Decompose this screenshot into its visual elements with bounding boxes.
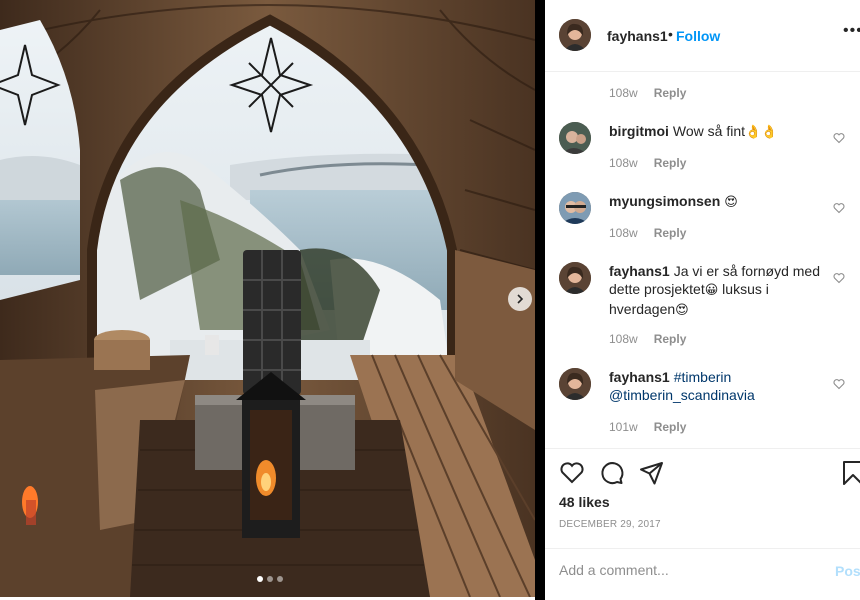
header-separator: •: [668, 26, 673, 42]
like-comment-heart-icon[interactable]: [833, 202, 845, 214]
comment-bubble-icon[interactable]: [599, 460, 625, 486]
post-comment-button[interactable]: Post: [835, 563, 860, 579]
like-comment-heart-icon[interactable]: [833, 132, 845, 144]
like-comment-heart-icon[interactable]: [833, 378, 845, 390]
comment-username[interactable]: myungsimonsen: [609, 193, 720, 209]
comment-text: myungsimonsen 😍: [609, 192, 824, 212]
comment-emoji: 👌👌: [745, 125, 778, 140]
reply-button[interactable]: Reply: [654, 420, 687, 434]
add-comment-input[interactable]: [559, 562, 819, 578]
divider-bar: [535, 0, 545, 600]
avatar-image-icon: [559, 122, 591, 154]
carousel-dot-active: [257, 576, 263, 582]
section-divider: [545, 548, 860, 549]
sauna-photo-illustration: [0, 0, 535, 597]
comment-meta: 108w Reply: [609, 226, 686, 240]
avatar-image-icon: [559, 262, 591, 294]
mention-link[interactable]: @timberin_scandinavia: [609, 387, 755, 403]
more-options-icon[interactable]: •••: [843, 22, 860, 40]
post-actions: [559, 460, 860, 488]
likes-count[interactable]: 48 likes: [559, 494, 610, 510]
save-bookmark-icon[interactable]: [840, 460, 860, 486]
comment-meta: 108w Reply: [609, 86, 686, 100]
comment-meta: 108w Reply: [609, 156, 686, 170]
like-heart-icon[interactable]: [559, 460, 585, 486]
avatar[interactable]: [559, 19, 591, 51]
avatar[interactable]: [559, 262, 591, 294]
comment-username[interactable]: fayhans1: [609, 369, 670, 385]
chevron-right-icon: [517, 294, 524, 304]
share-paper-plane-icon[interactable]: [639, 460, 665, 486]
comment-time: 101w: [609, 420, 638, 434]
post-header: fayhans1 • Follow •••: [545, 0, 860, 72]
hashtag-link[interactable]: #timberin: [674, 369, 732, 385]
post-date: December 29, 2017: [559, 519, 661, 530]
reply-button[interactable]: Reply: [654, 86, 687, 100]
post-author-username[interactable]: fayhans1: [607, 28, 668, 44]
comment-text: birgitmoi Wow så fint👌👌: [609, 122, 824, 142]
reply-button[interactable]: Reply: [654, 226, 687, 240]
like-comment-heart-icon[interactable]: [833, 272, 845, 284]
carousel-dot: [277, 576, 283, 582]
avatar-image-icon: [559, 192, 591, 224]
post-photo[interactable]: [0, 0, 535, 597]
comment-time: 108w: [609, 226, 638, 240]
avatar-image-icon: [559, 368, 591, 400]
comment-text: fayhans1 Ja vi er så fornøyd med dette pr…: [609, 262, 824, 320]
post-detail-panel: fayhans1 • Follow ••• 108w Reply birgitm…: [545, 0, 860, 600]
comment-text: fayhans1 #timberin @timberin_scandinavia: [609, 368, 824, 404]
avatar-image-icon: [559, 19, 591, 51]
avatar[interactable]: [559, 368, 591, 400]
comment-emoji: 😀: [704, 283, 719, 298]
comment-username[interactable]: birgitmoi: [609, 123, 669, 139]
reply-button[interactable]: Reply: [654, 332, 687, 346]
section-divider: [545, 448, 860, 449]
avatar[interactable]: [559, 192, 591, 224]
carousel-next-button[interactable]: [508, 287, 532, 311]
comment-body: Wow så fint: [672, 123, 745, 139]
comment-time: 108w: [609, 332, 638, 346]
carousel-indicator: [257, 576, 283, 582]
comment-meta: 108w Reply: [609, 332, 686, 346]
comment-emoji: 😍: [724, 195, 738, 210]
comment-time: 108w: [609, 86, 638, 100]
carousel-dot: [267, 576, 273, 582]
comment-meta: 101w Reply: [609, 420, 686, 434]
comment-emoji: 😍: [675, 303, 689, 318]
comment-username[interactable]: fayhans1: [609, 263, 670, 279]
follow-button[interactable]: Follow: [676, 28, 720, 44]
comment-time: 108w: [609, 156, 638, 170]
reply-button[interactable]: Reply: [654, 156, 687, 170]
avatar[interactable]: [559, 122, 591, 154]
